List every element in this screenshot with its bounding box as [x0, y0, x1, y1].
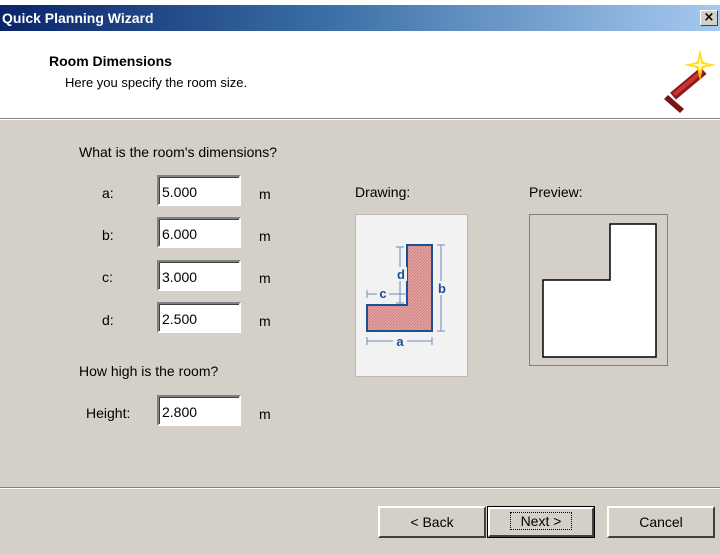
l-shape-dimension-diagram: a b c d — [366, 244, 448, 349]
unit-b: m — [259, 228, 271, 244]
title-bar: Quick Planning Wizard × — [0, 5, 720, 31]
back-button[interactable]: < Back — [378, 506, 486, 538]
wizard-header: Room Dimensions Here you specify the roo… — [0, 31, 720, 119]
height-question: How high is the room? — [79, 363, 219, 379]
height-input[interactable] — [157, 395, 241, 426]
next-button[interactable]: Next > — [487, 506, 595, 538]
close-button[interactable]: × — [700, 10, 718, 26]
drawing-label: Drawing: — [355, 184, 411, 200]
room-preview-shape — [542, 223, 657, 358]
cancel-button[interactable]: Cancel — [607, 506, 715, 538]
dimensions-question: What is the room's dimensions? — [79, 144, 277, 160]
preview-label: Preview: — [529, 184, 583, 200]
dim-label-d: d — [397, 267, 405, 282]
field-label-c: c: — [102, 269, 113, 285]
dimension-d-input[interactable] — [157, 302, 241, 333]
unit-d: m — [259, 313, 271, 329]
wizard-body: What is the room's dimensions? a: m b: m… — [0, 120, 720, 554]
page-title: Room Dimensions — [49, 53, 172, 69]
button-divider — [0, 487, 720, 489]
next-button-label: Next > — [509, 512, 573, 530]
field-label-a: a: — [102, 185, 114, 201]
field-label-d: d: — [102, 312, 114, 328]
magic-wand-icon — [664, 49, 716, 113]
dim-label-b: b — [438, 281, 446, 296]
preview-panel — [529, 214, 668, 366]
drawing-diagram: a b c d — [355, 214, 468, 377]
window-title: Quick Planning Wizard — [2, 10, 154, 26]
page-subtitle: Here you specify the room size. — [65, 75, 248, 90]
dim-label-c: c — [379, 286, 386, 301]
field-label-b: b: — [102, 227, 114, 243]
unit-c: m — [259, 270, 271, 286]
dim-label-a: a — [396, 334, 404, 349]
height-label: Height: — [86, 405, 131, 421]
unit-a: m — [259, 186, 271, 202]
dimension-c-input[interactable] — [157, 260, 241, 291]
dimension-b-input[interactable] — [157, 217, 241, 248]
dimension-a-input[interactable] — [157, 175, 241, 206]
unit-height: m — [259, 406, 271, 422]
